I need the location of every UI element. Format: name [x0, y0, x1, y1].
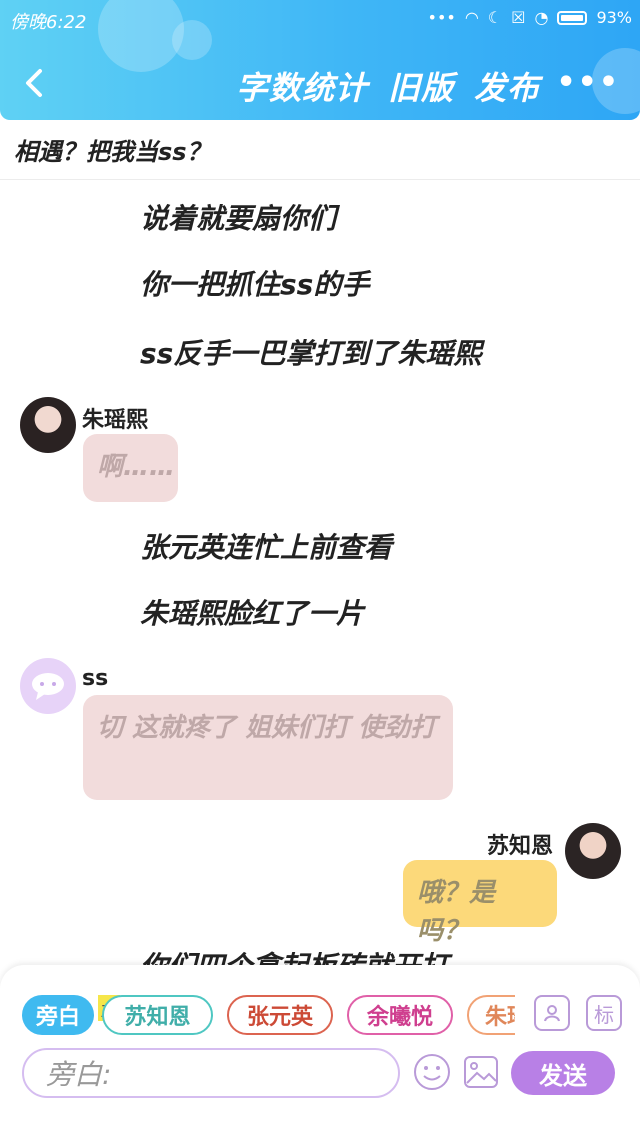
app-screen: 傍晚6:22 ••• ◠ ☾ ☒ ◔ 93% 字数统计 旧版 发布 ••• 相遇	[0, 0, 640, 1138]
publish-button[interactable]: 发布	[474, 63, 540, 109]
nav-bar: 字数统计 旧版 发布 •••	[0, 55, 640, 115]
story-title: 相遇？把我当ss？	[0, 120, 640, 180]
emoji-icon[interactable]	[413, 1053, 451, 1091]
sim-icon: ☒	[511, 8, 526, 27]
role-chip-zhu[interactable]: 朱瑶	[467, 995, 515, 1035]
wifi-icon: ◔	[534, 8, 549, 27]
speaker-name: 朱瑶熙	[82, 408, 149, 433]
send-button[interactable]: 发送	[511, 1051, 615, 1095]
narration-line: ss反手一巴掌打到了朱瑶熙	[140, 337, 482, 370]
avatar[interactable]	[20, 658, 76, 714]
avatar[interactable]	[20, 397, 76, 453]
message-input[interactable]: 旁白:	[22, 1048, 400, 1098]
avatar[interactable]	[565, 823, 621, 879]
role-chip-zhang[interactable]: 张元英	[227, 995, 333, 1035]
word-count-button[interactable]: 字数统计	[236, 63, 368, 109]
message-bubble: 哦？是吗？	[403, 860, 557, 946]
more-icon[interactable]: •••	[556, 65, 620, 100]
dots-icon: •••	[427, 8, 456, 27]
header: 傍晚6:22 ••• ◠ ☾ ☒ ◔ 93% 字数统计 旧版 发布 •••	[0, 0, 640, 120]
narration-line: 说着就要扇你们	[140, 202, 337, 235]
role-chip-narrator[interactable]: 旁白	[22, 995, 94, 1035]
role-chip-clip: 朱瑶	[467, 995, 515, 1035]
status-bar: 傍晚6:22 ••• ◠ ☾ ☒ ◔ 93%	[0, 0, 640, 36]
nav-actions: 字数统计 旧版 发布	[236, 63, 540, 109]
speaker-name: ss	[82, 666, 109, 691]
role-manage-icon[interactable]	[534, 995, 570, 1031]
role-chip-su[interactable]: 苏知恩	[102, 995, 213, 1035]
label-icon[interactable]: 标	[586, 995, 622, 1031]
narration-line: 你一把抓住ss的手	[140, 268, 370, 301]
status-time: 傍晚6:22	[10, 12, 87, 33]
narration-line: 朱瑶熙脸红了一片	[140, 597, 365, 630]
speaker-name: 苏知恩	[487, 834, 554, 859]
message-bubble: 啊……	[83, 434, 178, 502]
message-bubble: 切 这就疼了 姐妹们打 使劲打	[83, 695, 453, 800]
back-icon[interactable]	[18, 65, 54, 101]
battery-level: 93%	[596, 8, 632, 27]
moon-icon: ☾	[487, 8, 503, 27]
image-icon[interactable]	[462, 1053, 500, 1091]
input-panel: 旁白 主 苏知恩 张元英 余曦悦 朱瑶 标 旁白: 发送	[0, 965, 640, 1138]
battery-icon	[557, 10, 588, 25]
role-chip-yu[interactable]: 余曦悦	[347, 995, 453, 1035]
status-icons: ••• ◠ ☾ ☒ ◔ 93%	[428, 8, 633, 27]
old-version-button[interactable]: 旧版	[388, 63, 454, 109]
headset-icon: ◠	[464, 8, 479, 27]
narration-line: 张元英连忙上前查看	[140, 531, 393, 564]
chat-bubble-icon	[32, 673, 64, 700]
